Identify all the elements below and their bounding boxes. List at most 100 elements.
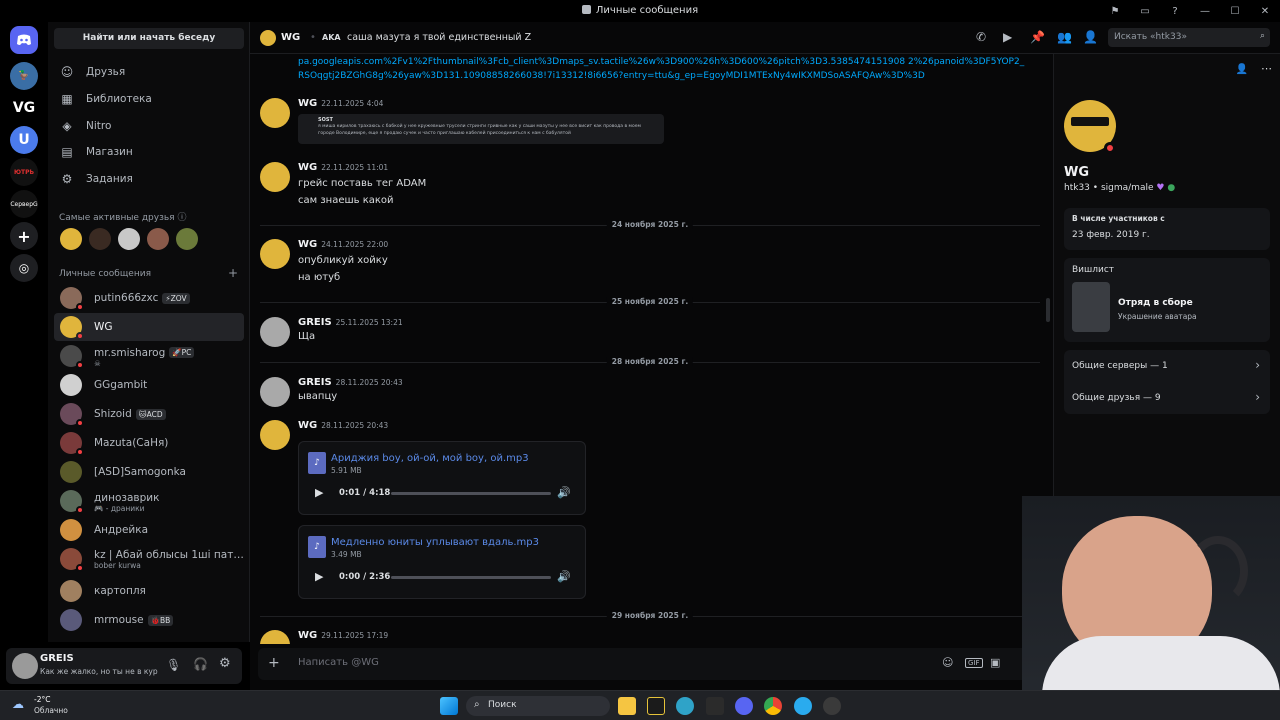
- browser-icon[interactable]: [676, 697, 694, 715]
- avatar[interactable]: [260, 239, 290, 269]
- volume-icon[interactable]: 🔊: [557, 570, 571, 583]
- help-icon[interactable]: ?: [1160, 3, 1190, 19]
- screen-icon[interactable]: ▭: [1130, 3, 1160, 19]
- nav-quests[interactable]: ⚙ Задания: [54, 167, 244, 191]
- active-friend-avatar[interactable]: [118, 228, 140, 250]
- inbox-flag-icon[interactable]: ⚑: [1100, 3, 1130, 19]
- server-icon-serverg[interactable]: СерверG: [10, 190, 38, 218]
- user-avatar[interactable]: [12, 653, 38, 679]
- server-icon-vg[interactable]: VG: [10, 94, 38, 122]
- dm-item[interactable]: putin666zxc ⚡ZOV: [54, 284, 244, 312]
- avatar: [60, 580, 82, 602]
- active-friend-avatar[interactable]: [176, 228, 198, 250]
- find-conversation-button[interactable]: Найти или начать беседу: [54, 28, 244, 49]
- user-profile-icon[interactable]: 👤: [1083, 30, 1098, 44]
- dm-item[interactable]: картопля: [54, 577, 244, 605]
- avatar[interactable]: [260, 162, 290, 192]
- nav-nitro[interactable]: ◈ Nitro: [54, 114, 244, 138]
- dm-item[interactable]: mrmouse 🐞BB: [54, 606, 244, 634]
- settings-gear-icon[interactable]: ⚙: [219, 656, 231, 671]
- voice-call-icon[interactable]: ✆: [976, 30, 986, 44]
- header-avatar: [260, 30, 276, 46]
- server-list: 🦆 VG U ЮТРЬ СерверG + ◎: [0, 22, 48, 690]
- windows-start-icon[interactable]: [440, 697, 458, 715]
- windows-taskbar: ☁ -2°C Облачно ⌕ Поиск: [0, 690, 1280, 720]
- avatar[interactable]: [260, 630, 290, 644]
- wishlist-item-image[interactable]: [1072, 282, 1110, 332]
- add-attachment-icon[interactable]: +: [268, 655, 280, 671]
- dm-item[interactable]: Андрейка: [54, 516, 244, 544]
- avatar[interactable]: [260, 317, 290, 347]
- telegram-icon[interactable]: [794, 697, 812, 715]
- pin-icon[interactable]: 📌: [1030, 30, 1045, 44]
- message-link[interactable]: pa.googleapis.com%2Fv1%2Fthumbnail%3Fcb_…: [298, 55, 1028, 83]
- app-icon[interactable]: [647, 697, 665, 715]
- sunglasses-decoration: [1071, 117, 1109, 126]
- search-input[interactable]: Искать «htk33» ⌕: [1108, 28, 1270, 47]
- file-explorer-icon[interactable]: [618, 697, 636, 715]
- headphones-icon[interactable]: 🎧: [193, 657, 208, 671]
- add-friend-icon[interactable]: 👤: [1236, 64, 1248, 75]
- dm-item[interactable]: GGgambit: [54, 371, 244, 399]
- weather-temp[interactable]: -2°C: [34, 695, 50, 704]
- play-icon[interactable]: ▶: [315, 570, 323, 583]
- audio-file-link[interactable]: Медленно юниты уплывают вдаль.mp3: [331, 537, 539, 548]
- message-input[interactable]: Написать @WG: [298, 657, 379, 668]
- discord-taskbar-icon[interactable]: [735, 697, 753, 715]
- add-server-button[interactable]: +: [10, 222, 38, 250]
- sticker-icon[interactable]: ▣: [990, 656, 1000, 669]
- avatar[interactable]: [260, 98, 290, 128]
- chat-scrollbar[interactable]: [1046, 298, 1050, 322]
- add-friends-to-dm-icon[interactable]: 👥: [1057, 30, 1072, 44]
- server-icon-1[interactable]: 🦆: [10, 62, 38, 90]
- chrome-icon[interactable]: [764, 697, 782, 715]
- gif-icon[interactable]: GIF: [965, 658, 983, 668]
- dm-item[interactable]: kz | Абай облысы 1ші патрио...bober kurw…: [54, 545, 244, 573]
- dm-item[interactable]: Mazuta(СаНя): [54, 429, 244, 457]
- video-call-icon[interactable]: ▶: [1003, 30, 1012, 44]
- active-friend-avatar[interactable]: [60, 228, 82, 250]
- audio-progress-bar[interactable]: [391, 576, 551, 579]
- dm-item-selected[interactable]: WG: [54, 313, 244, 341]
- date-divider: 24 ноября 2025 г.: [260, 220, 1040, 229]
- play-icon[interactable]: ▶: [315, 486, 323, 499]
- taskbar-search[interactable]: ⌕ Поиск: [466, 696, 610, 716]
- emoji-icon[interactable]: ☺: [942, 656, 953, 669]
- volume-icon[interactable]: 🔊: [557, 486, 571, 499]
- nav-shop[interactable]: ▤ Магазин: [54, 140, 244, 164]
- nav-friends[interactable]: ☺ Друзья: [54, 60, 244, 84]
- close-button[interactable]: ✕: [1250, 3, 1280, 19]
- more-options-icon[interactable]: ⋯: [1261, 62, 1272, 75]
- obs-icon[interactable]: [823, 697, 841, 715]
- profile-handle: htk33 • sigma/male ♥ ●: [1064, 183, 1176, 193]
- dm-item[interactable]: [ASD]Samogonka: [54, 458, 244, 486]
- avatar[interactable]: [260, 420, 290, 450]
- create-dm-button[interactable]: +: [228, 266, 238, 280]
- header-name: WG: [281, 32, 301, 43]
- app-icon[interactable]: [706, 697, 724, 715]
- avatar: [60, 316, 84, 340]
- audio-file-link[interactable]: Ариджия boy, ой-ой, мой boy, ой.mp3: [331, 453, 529, 464]
- maximize-button[interactable]: ☐: [1220, 3, 1250, 19]
- microphone-icon[interactable]: 🎙: [166, 658, 181, 672]
- server-icon-u[interactable]: U: [10, 126, 38, 154]
- avatar: [60, 519, 82, 541]
- avatar[interactable]: [260, 377, 290, 407]
- minimize-button[interactable]: —: [1190, 3, 1220, 19]
- common-servers-row[interactable]: Общие серверы — 1 ›: [1064, 350, 1270, 382]
- common-friends-row[interactable]: Общие друзья — 9 ›: [1064, 382, 1270, 414]
- embedded-screenshot[interactable]: SOST я миша кирилов трахаюсь с бабкой у …: [298, 114, 664, 144]
- nav-library[interactable]: ▦ Библиотека: [54, 87, 244, 111]
- header-separator: •: [310, 32, 316, 43]
- dm-item[interactable]: динозаврик 🎮 - дрaники: [54, 487, 244, 515]
- active-friend-avatar[interactable]: [147, 228, 169, 250]
- status-dnd-indicator: [1104, 142, 1116, 154]
- home-button[interactable]: [10, 26, 38, 54]
- audio-progress-bar[interactable]: [391, 492, 551, 495]
- server-icon-red[interactable]: ЮТРЬ: [10, 158, 38, 186]
- dm-item[interactable]: mr.smisharog 🚀PC ☠: [54, 342, 244, 370]
- discover-icon[interactable]: ◎: [10, 254, 38, 282]
- active-friend-avatar[interactable]: [89, 228, 111, 250]
- dm-item[interactable]: Shizoid 🐱ACD: [54, 400, 244, 428]
- headphones-image: [1188, 536, 1248, 606]
